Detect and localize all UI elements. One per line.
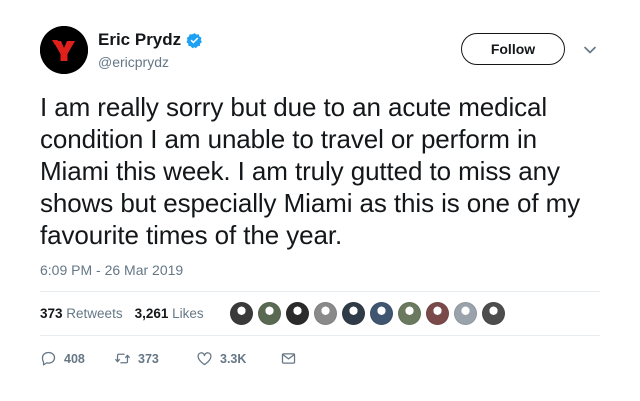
divider-top bbox=[40, 291, 600, 292]
retweets-stat-count: 373 bbox=[40, 306, 63, 321]
chevron-down-icon bbox=[584, 46, 596, 54]
heart-icon bbox=[197, 352, 212, 366]
liker-avatar[interactable] bbox=[258, 302, 281, 325]
retweet-count: 373 bbox=[138, 351, 159, 366]
reply-button[interactable]: 408 bbox=[40, 350, 114, 367]
follow-button[interactable]: Follow bbox=[461, 33, 565, 65]
tweet-timestamp[interactable]: 6:09 PM - 26 Mar 2019 bbox=[40, 262, 183, 278]
liker-avatar[interactable] bbox=[286, 302, 309, 325]
verified-badge-icon bbox=[186, 32, 203, 48]
liker-avatar[interactable] bbox=[426, 302, 449, 325]
retweet-icon bbox=[114, 353, 131, 364]
likes-stat-label: Likes bbox=[172, 306, 204, 321]
direct-message-button[interactable] bbox=[280, 350, 297, 367]
liker-avatar[interactable] bbox=[482, 302, 505, 325]
divider-bottom bbox=[40, 335, 600, 336]
liker-avatar[interactable] bbox=[454, 302, 477, 325]
avatar[interactable] bbox=[40, 26, 88, 74]
reply-icon bbox=[41, 351, 56, 366]
display-name[interactable]: Eric Prydz bbox=[98, 30, 181, 50]
likes-stat[interactable]: 3,261 Likes bbox=[135, 306, 204, 321]
like-count: 3.3K bbox=[220, 351, 247, 366]
liker-avatar[interactable] bbox=[230, 302, 253, 325]
prydz-logo-icon bbox=[40, 26, 88, 74]
liker-avatars bbox=[230, 302, 505, 325]
liker-avatar[interactable] bbox=[370, 302, 393, 325]
liker-avatar[interactable] bbox=[314, 302, 337, 325]
tweet-menu-button[interactable] bbox=[580, 40, 600, 60]
tweet-actions: 408 373 3.3K bbox=[40, 350, 297, 367]
author-handle[interactable]: @ericprydz bbox=[98, 54, 169, 70]
like-button[interactable]: 3.3K bbox=[196, 350, 280, 367]
tweet-card: Eric Prydz @ericprydz Follow I am really… bbox=[0, 0, 640, 401]
likes-stat-count: 3,261 bbox=[134, 306, 169, 321]
liker-avatar[interactable] bbox=[342, 302, 365, 325]
author-name-row[interactable]: Eric Prydz bbox=[98, 30, 203, 50]
reply-count: 408 bbox=[64, 351, 85, 366]
envelope-icon bbox=[281, 353, 296, 364]
retweets-stat[interactable]: 373 Retweets bbox=[40, 306, 123, 321]
liker-avatar[interactable] bbox=[398, 302, 421, 325]
tweet-stats: 373 Retweets 3,261 Likes bbox=[40, 306, 216, 321]
tweet-text: I am really sorry but due to an acute me… bbox=[40, 92, 581, 250]
retweet-button[interactable]: 373 bbox=[114, 350, 196, 367]
retweets-stat-label: Retweets bbox=[66, 306, 123, 321]
